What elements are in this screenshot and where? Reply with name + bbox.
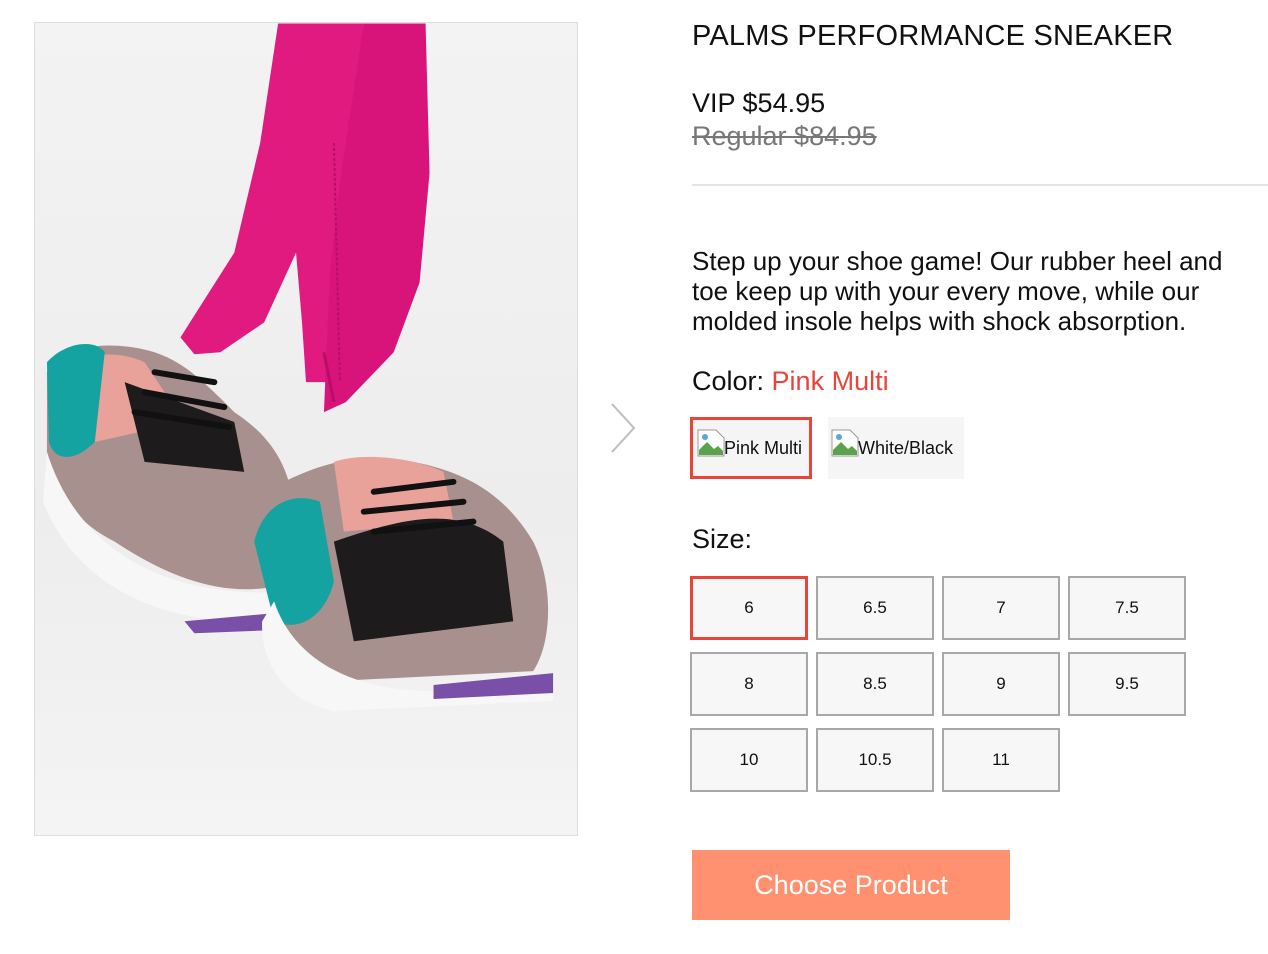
regular-price: Regular $84.95 <box>692 121 877 151</box>
broken-image-icon <box>830 428 860 458</box>
vip-price: VIP $54.95 <box>692 88 826 118</box>
size-option[interactable]: 6.5 <box>816 576 934 640</box>
size-label: Size: <box>692 524 753 554</box>
broken-image-icon <box>696 428 726 458</box>
choose-product-button[interactable]: Choose Product <box>692 850 1010 920</box>
divider <box>692 184 1268 186</box>
size-option[interactable]: 9.5 <box>1068 652 1186 716</box>
product-photo-illustration <box>42 23 554 711</box>
size-option[interactable]: 6 <box>690 576 808 640</box>
size-option[interactable]: 10 <box>690 728 808 792</box>
selected-color-name: Pink Multi <box>771 366 889 396</box>
color-label: Color: <box>692 366 765 396</box>
size-option[interactable]: 8.5 <box>816 652 934 716</box>
swatch-alt-text: White/Black <box>858 437 954 458</box>
product-title: PALMS PERFORMANCE SNEAKER <box>692 20 1174 52</box>
next-image-arrow[interactable] <box>608 400 638 456</box>
swatch-alt-text: Pink Multi <box>724 437 803 458</box>
size-option[interactable]: 7.5 <box>1068 576 1186 640</box>
color-label-row: Color: Pink Multi <box>692 366 889 397</box>
chevron-right-icon <box>611 403 636 453</box>
color-swatch-pink-multi[interactable]: Pink Multi <box>690 417 812 479</box>
color-swatch-white-black[interactable]: White/Black <box>828 417 964 479</box>
size-option[interactable]: 7 <box>942 576 1060 640</box>
size-option[interactable]: 9 <box>942 652 1060 716</box>
size-option[interactable]: 11 <box>942 728 1060 792</box>
product-image <box>34 22 578 836</box>
product-description: Step up your shoe game! Our rubber heel … <box>692 246 1223 336</box>
size-option[interactable]: 8 <box>690 652 808 716</box>
size-option[interactable]: 10.5 <box>816 728 934 792</box>
